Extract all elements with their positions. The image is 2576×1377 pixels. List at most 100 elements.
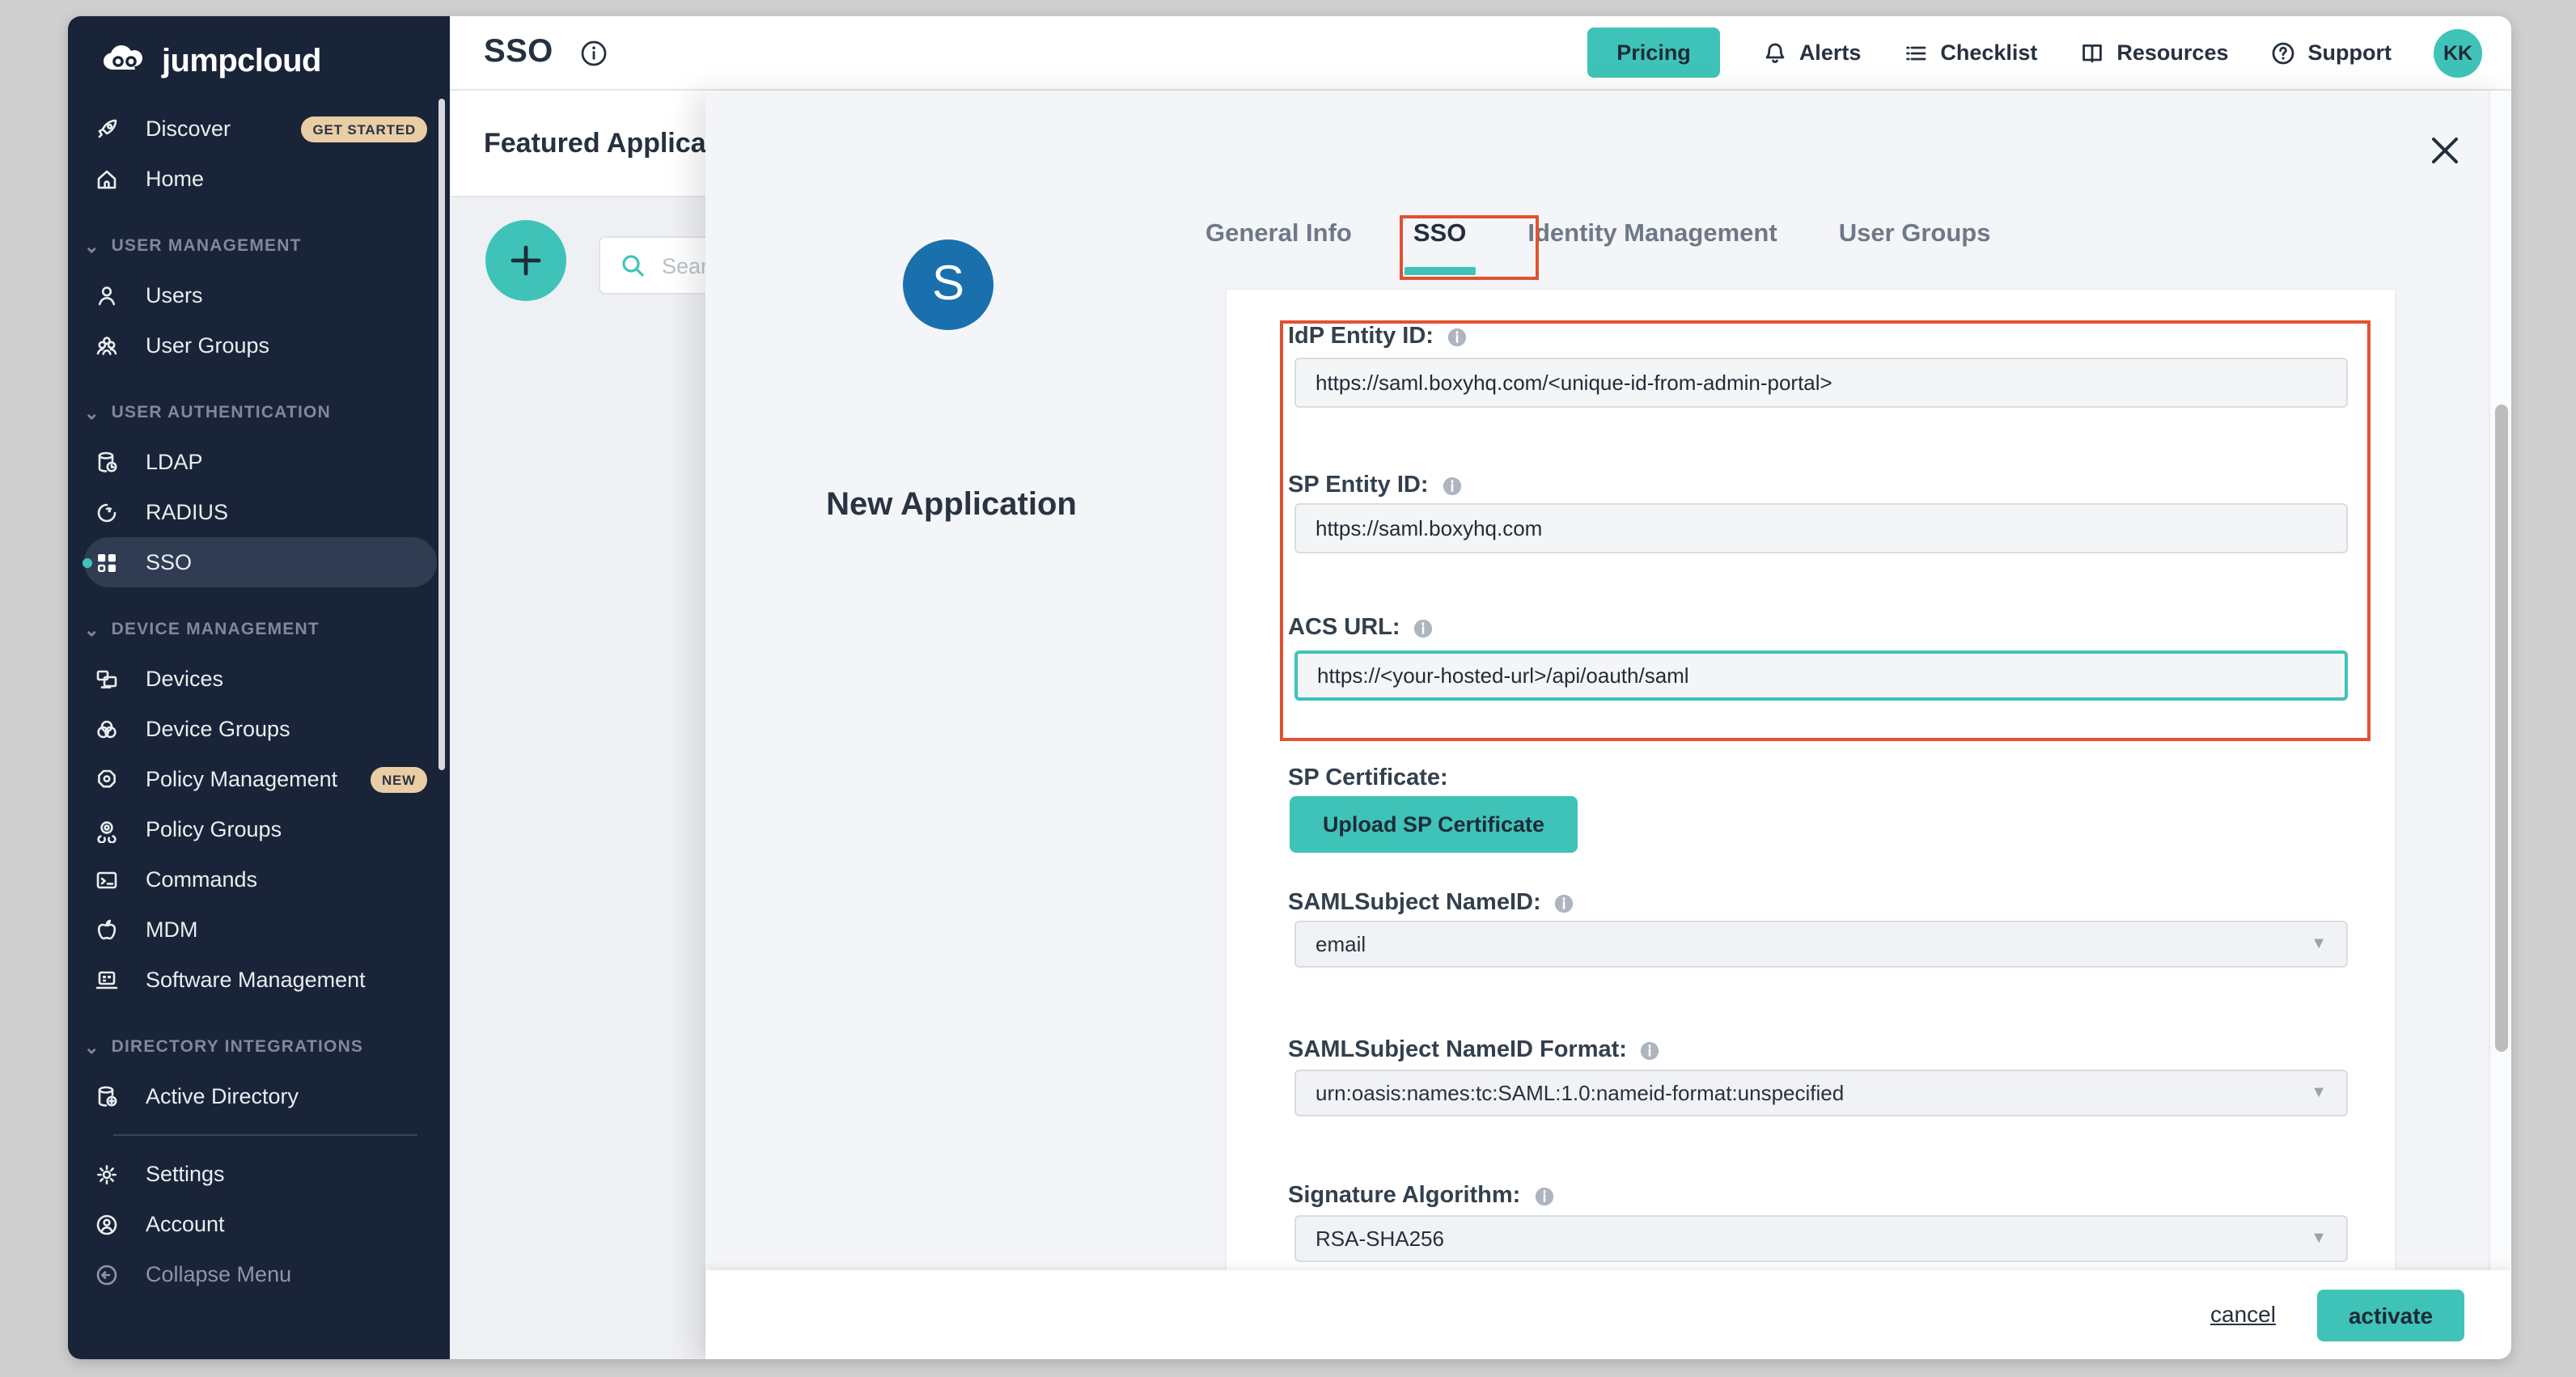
sidebar-item-label: Account <box>146 1212 225 1236</box>
get-started-badge: GET STARTED <box>302 116 428 142</box>
sidebar-item-label: SSO <box>146 550 192 574</box>
cancel-button[interactable]: cancel <box>2210 1301 2276 1327</box>
signature-algorithm-select[interactable]: RSA-SHA256 ▼ <box>1294 1215 2348 1262</box>
info-icon[interactable] <box>1640 1040 1661 1061</box>
sidebar-item-users[interactable]: Users <box>68 270 450 320</box>
sidebar-item-policy-management[interactable]: Policy Management NEW <box>68 754 450 804</box>
mdm-apple-icon <box>94 917 120 943</box>
info-icon[interactable] <box>1554 892 1575 913</box>
info-icon[interactable] <box>1533 1185 1554 1206</box>
signature-algorithm-label: Signature Algorithm: <box>1288 1183 1554 1209</box>
sidebar: jumpcloud Discover GET STARTED Home ⌄ US… <box>68 16 450 1359</box>
sidebar-item-ldap[interactable]: LDAP <box>68 437 450 487</box>
acs-url-label: ACS URL: <box>1288 615 1434 641</box>
app-window: jumpcloud Discover GET STARTED Home ⌄ US… <box>68 16 2511 1359</box>
screenshot-viewport: jumpcloud Discover GET STARTED Home ⌄ US… <box>0 0 2576 1377</box>
caret-down-icon: ▼ <box>2311 935 2327 953</box>
sidebar-section-directory-integrations[interactable]: ⌄ DIRECTORY INTEGRATIONS <box>68 1023 450 1071</box>
checklist-icon <box>1903 40 1929 66</box>
samlsubject-nameid-select[interactable]: email ▼ <box>1294 921 2348 968</box>
devices-icon <box>94 666 120 692</box>
info-icon[interactable] <box>579 38 608 67</box>
acs-url-input[interactable] <box>1294 650 2348 701</box>
sidebar-item-sso[interactable]: SSO <box>68 537 450 587</box>
tab-user-groups[interactable]: User Groups <box>1836 217 1994 252</box>
pricing-button[interactable]: Pricing <box>1587 28 1720 78</box>
sidebar-section-device-management[interactable]: ⌄ DEVICE MANAGEMENT <box>68 605 450 654</box>
gear-icon <box>94 1161 120 1187</box>
search-icon <box>620 252 646 278</box>
chevron-down-icon: ⌄ <box>84 402 100 423</box>
checklist-button[interactable]: Checklist <box>1903 40 2037 66</box>
info-icon[interactable] <box>1447 326 1468 347</box>
add-application-button[interactable] <box>485 220 566 301</box>
sidebar-item-label: MDM <box>146 917 198 942</box>
commands-terminal-icon <box>94 866 120 892</box>
ldap-database-icon <box>94 449 120 475</box>
bell-icon <box>1762 40 1788 66</box>
chevron-down-icon: ⌄ <box>84 619 100 640</box>
sidebar-item-home[interactable]: Home <box>68 154 450 204</box>
selected-pill <box>84 537 437 587</box>
sidebar-item-label: Home <box>146 167 204 191</box>
sidebar-section-user-authentication[interactable]: ⌄ USER AUTHENTICATION <box>68 388 450 437</box>
sidebar-item-active-directory[interactable]: Active Directory <box>68 1071 450 1121</box>
sidebar-divider <box>113 1134 417 1136</box>
sidebar-item-account[interactable]: Account <box>68 1199 450 1249</box>
tab-sso[interactable]: SSO <box>1410 217 1469 252</box>
sidebar-item-commands[interactable]: Commands <box>68 854 450 905</box>
alerts-button[interactable]: Alerts <box>1762 40 1862 66</box>
home-icon <box>94 166 120 192</box>
sp-entity-id-input[interactable] <box>1294 503 2348 553</box>
support-button[interactable]: Support <box>2271 40 2392 66</box>
policy-management-icon <box>94 766 120 792</box>
samlsubject-nameid-format-select[interactable]: urn:oasis:names:tc:SAML:1.0:nameid-forma… <box>1294 1070 2348 1116</box>
sidebar-section-user-management[interactable]: ⌄ USER MANAGEMENT <box>68 222 450 270</box>
sidebar-item-device-groups[interactable]: Device Groups <box>68 704 450 754</box>
tab-general-info[interactable]: General Info <box>1202 217 1355 252</box>
sidebar-item-user-groups[interactable]: User Groups <box>68 320 450 371</box>
sidebar-item-policy-groups[interactable]: Policy Groups <box>68 804 450 854</box>
device-groups-icon <box>94 716 120 742</box>
info-icon[interactable] <box>1413 617 1434 638</box>
sidebar-item-discover[interactable]: Discover GET STARTED <box>68 104 450 154</box>
rocket-icon <box>94 116 120 142</box>
caret-down-icon: ▼ <box>2311 1230 2327 1248</box>
sidebar-item-radius[interactable]: RADIUS <box>68 487 450 537</box>
info-icon[interactable] <box>1442 475 1463 496</box>
sidebar-item-label: User Groups <box>146 333 269 358</box>
sidebar-item-settings[interactable]: Settings <box>68 1149 450 1199</box>
sp-entity-id-label: SP Entity ID: <box>1288 472 1463 498</box>
sidebar-item-label: Commands <box>146 867 257 892</box>
idp-entity-id-label: IdP Entity ID: <box>1288 324 1468 350</box>
active-tab-underline <box>1405 267 1476 275</box>
sidebar-item-devices[interactable]: Devices <box>68 654 450 704</box>
sidebar-item-label: Collapse Menu <box>146 1262 291 1286</box>
modal-scrollbar-track[interactable] <box>2489 91 2511 1270</box>
sidebar-scrollbar-thumb[interactable] <box>439 99 445 770</box>
sidebar-item-label: Active Directory <box>146 1084 299 1108</box>
sidebar-item-label: Policy Management <box>146 767 337 791</box>
samlsubject-nameid-label: SAMLSubject NameID: <box>1288 890 1575 916</box>
sidebar-item-software-management[interactable]: Software Management <box>68 955 450 1005</box>
avatar[interactable]: KK <box>2434 28 2482 77</box>
idp-entity-id-input[interactable] <box>1294 358 2348 408</box>
application-logo: S <box>903 239 994 330</box>
close-icon[interactable] <box>2424 129 2466 172</box>
sidebar-item-label: Policy Groups <box>146 817 282 841</box>
sidebar-item-mdm[interactable]: MDM <box>68 905 450 955</box>
jumpcloud-logo-text: jumpcloud <box>162 44 321 81</box>
sidebar-item-collapse-menu[interactable]: Collapse Menu <box>68 1249 450 1299</box>
plus-icon <box>508 243 544 278</box>
question-icon <box>2271 40 2297 66</box>
modal-scrollbar-thumb[interactable] <box>2495 405 2508 1052</box>
active-directory-icon <box>94 1083 120 1109</box>
resources-button[interactable]: Resources <box>2079 40 2228 66</box>
sidebar-item-label: Users <box>146 283 203 307</box>
jumpcloud-logo[interactable]: jumpcloud <box>68 16 450 83</box>
tab-identity-management[interactable]: Identity Management <box>1524 217 1780 252</box>
activate-button[interactable]: activate <box>2317 1290 2464 1341</box>
caret-down-icon: ▼ <box>2311 1084 2327 1102</box>
upload-sp-certificate-button[interactable]: Upload SP Certificate <box>1290 796 1578 853</box>
sidebar-item-label: Device Groups <box>146 717 290 741</box>
